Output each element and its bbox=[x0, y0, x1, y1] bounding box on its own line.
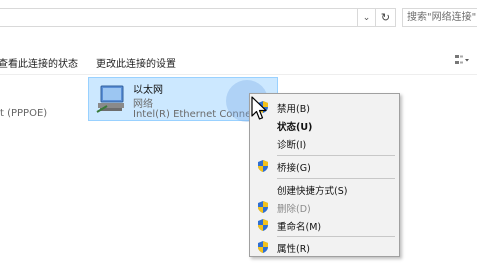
view-options-icon[interactable] bbox=[453, 53, 471, 67]
address-input[interactable] bbox=[0, 8, 358, 27]
menu-item-diagnose[interactable]: 诊断(I) bbox=[250, 134, 399, 152]
menu-item-properties[interactable]: 属性(R) bbox=[250, 238, 399, 256]
menu-label-status: 状态(U) bbox=[277, 122, 313, 133]
shield-icon bbox=[258, 219, 268, 231]
menu-label-properties: 属性(R) bbox=[277, 244, 311, 255]
menu-label-delete: 删除(D) bbox=[277, 204, 311, 215]
menu-separator bbox=[277, 155, 395, 156]
menu-label-diagnose: 诊断(I) bbox=[277, 140, 307, 151]
menu-item-disable[interactable]: 禁用(B) bbox=[250, 98, 399, 116]
context-menu: 禁用(B) 状态(U) 诊断(I) 桥接(G) 创建快捷方式(S) 删除(D) … bbox=[249, 93, 400, 257]
search-input[interactable]: 搜索"网络连接" bbox=[402, 8, 477, 27]
shield-icon bbox=[258, 241, 268, 253]
mouse-cursor-icon bbox=[251, 96, 267, 120]
shield-icon bbox=[258, 201, 268, 213]
menu-item-rename[interactable]: 重命名(M) bbox=[250, 216, 399, 234]
shield-icon bbox=[258, 160, 268, 172]
menu-separator bbox=[277, 178, 395, 179]
view-connection-status-button[interactable]: 查看此连接的状态 bbox=[0, 55, 78, 70]
menu-label-rename: 重命名(M) bbox=[277, 222, 322, 233]
pppoe-connection-label[interactable]: t (PPPOE) bbox=[0, 108, 47, 119]
menu-label-bridge: 桥接(G) bbox=[277, 163, 311, 174]
menu-item-create-shortcut[interactable]: 创建快捷方式(S) bbox=[250, 180, 399, 198]
chevron-down-icon[interactable]: ⌄ bbox=[358, 8, 376, 27]
menu-label-disable: 禁用(B) bbox=[277, 104, 310, 115]
menu-separator bbox=[277, 236, 395, 237]
connections-list: t (PPPOE) 以太网 网络 Intel(R) Ethernet Conne… bbox=[0, 75, 477, 269]
menu-item-bridge[interactable]: 桥接(G) bbox=[250, 157, 399, 175]
command-bar: 查看此连接的状态 更改此连接的设置 bbox=[0, 48, 477, 75]
refresh-icon[interactable]: ↻ bbox=[376, 8, 396, 27]
change-connection-settings-button[interactable]: 更改此连接的设置 bbox=[96, 55, 176, 70]
menu-item-delete: 删除(D) bbox=[250, 198, 399, 216]
menu-item-status[interactable]: 状态(U) bbox=[250, 116, 399, 134]
network-adapter-icon bbox=[96, 85, 124, 113]
adapter-name: 以太网 bbox=[133, 85, 163, 96]
menu-label-create-shortcut: 创建快捷方式(S) bbox=[277, 186, 348, 197]
adapter-status: 网络 bbox=[133, 99, 153, 110]
address-bar-area: ⌄ ↻ 搜索"网络连接" bbox=[0, 0, 477, 36]
